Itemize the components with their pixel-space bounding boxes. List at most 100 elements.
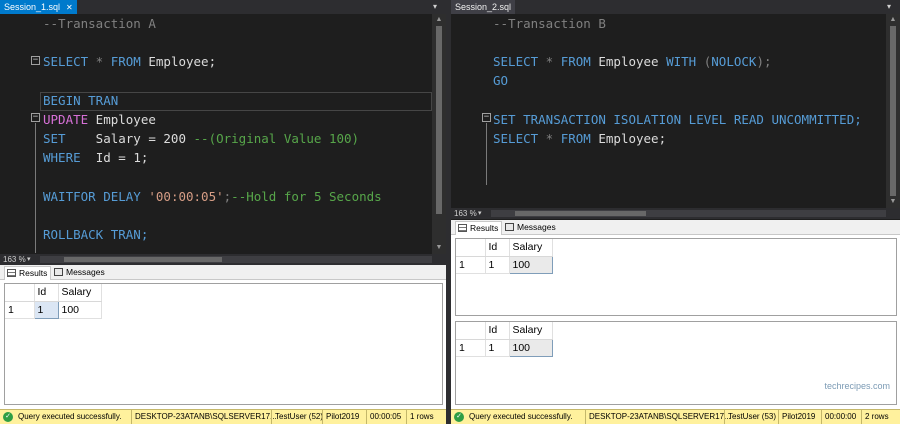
fold-guide [486, 123, 487, 185]
tab-messages[interactable]: Messages [52, 266, 108, 280]
chevron-down-icon[interactable]: ▾ [27, 254, 31, 265]
scroll-down-icon[interactable]: ▼ [886, 196, 900, 208]
query-editor[interactable]: − − --Transaction A SELECT * FROM Employ… [0, 14, 446, 254]
table-header-row: Id Salary [5, 284, 102, 302]
results-table: Id Salary 1 1 100 [456, 239, 553, 274]
scroll-down-icon[interactable]: ▼ [432, 242, 446, 254]
code-keyword: WITH [666, 54, 697, 69]
tab-session-1[interactable]: Session_1.sql ✕ [0, 0, 77, 14]
code-keyword: FROM [110, 54, 141, 69]
row-number[interactable]: 1 [5, 301, 35, 319]
tab-results[interactable]: Results [455, 221, 503, 235]
chevron-down-icon[interactable]: ▾ [478, 208, 482, 219]
vertical-scrollbar[interactable]: ▲ ▼ [886, 14, 900, 208]
vertical-scrollbar[interactable]: ▲ ▼ [432, 14, 446, 254]
table-cell[interactable]: 1 [485, 339, 510, 357]
code-keyword: NOLOCK [711, 54, 757, 69]
scroll-up-icon[interactable]: ▲ [886, 14, 900, 26]
code-keyword: SELECT [43, 54, 89, 69]
column-header[interactable]: Id [34, 284, 59, 302]
scroll-up-icon[interactable]: ▲ [432, 14, 446, 26]
code-operator: * [538, 54, 561, 69]
column-header[interactable]: Id [485, 322, 510, 340]
code-comment: --(Original Value 100) [193, 131, 360, 146]
table-row: 1 1 100 [5, 300, 102, 319]
status-elapsed: 00:00:00 [821, 410, 859, 424]
close-icon[interactable]: ✕ [66, 3, 73, 12]
tab-session-2[interactable]: Session_2.sql [451, 0, 516, 14]
zoom-bar: 163 % ▾ [0, 254, 446, 265]
horizontal-scrollbar[interactable] [491, 210, 886, 217]
collapse-icon[interactable]: − [31, 56, 40, 65]
table-cell[interactable]: 100 [58, 301, 102, 319]
tab-label: Messages [66, 267, 105, 277]
scrollbar-thumb[interactable] [890, 26, 896, 196]
results-grid[interactable]: Id Salary 1 1 100 [4, 283, 443, 405]
results-tabbar: Results Messages [0, 265, 446, 280]
code-keyword: WHERE [43, 150, 81, 165]
table-cell[interactable]: 1 [33, 300, 59, 319]
session-2-pane: Session_2.sql ▾ − --Transaction B SELECT… [451, 0, 900, 424]
scrollbar-thumb[interactable] [64, 257, 222, 262]
code-keyword: GO [493, 73, 509, 88]
zoom-level[interactable]: 163 % [3, 254, 26, 265]
sql-code[interactable]: --Transaction A SELECT * FROM Employee; … [43, 14, 432, 254]
status-message: Query executed successfully. [18, 412, 122, 421]
column-header[interactable]: Salary [58, 284, 102, 302]
editor-gutter [451, 14, 481, 208]
code-text: Employee [590, 54, 667, 69]
grid-icon [458, 224, 467, 232]
query-editor[interactable]: − --Transaction B SELECT * FROM Employee… [451, 14, 900, 208]
scrollbar-thumb[interactable] [436, 26, 442, 214]
code-operator: * [88, 54, 111, 69]
code-operator: ( [696, 54, 712, 69]
code-operator: ); [756, 54, 772, 69]
results-grid[interactable]: Id Salary 1 1 100 [455, 321, 897, 405]
column-header[interactable]: Id [485, 239, 510, 257]
status-server: DESKTOP-23ATANB\SQLSERVER17... [585, 410, 734, 424]
messages-icon [54, 268, 63, 276]
status-user: TestUser (53) [724, 410, 779, 424]
code-keyword: BEGIN TRAN [43, 93, 119, 108]
document-tabbar: Session_1.sql ✕ ▾ [0, 0, 446, 14]
chevron-down-icon[interactable]: ▾ [428, 0, 442, 14]
column-header [5, 284, 35, 302]
tab-label: Results [470, 223, 499, 233]
messages-icon [505, 223, 514, 231]
row-number[interactable]: 1 [456, 339, 486, 357]
collapse-icon[interactable]: − [31, 113, 40, 122]
query-status-bar: ✓ Query executed successfully. DESKTOP-2… [451, 409, 900, 424]
table-cell[interactable]: 100 [508, 255, 553, 274]
document-tabbar: Session_2.sql ▾ [451, 0, 900, 14]
results-tabbar: Results Messages [451, 220, 900, 235]
table-cell[interactable]: 100 [508, 338, 553, 357]
status-database: Pilot2019 [322, 410, 362, 424]
chevron-down-icon[interactable]: ▾ [882, 0, 896, 14]
tab-label: Messages [517, 222, 556, 232]
success-check-icon: ✓ [454, 412, 464, 422]
results-grid[interactable]: Id Salary 1 1 100 [455, 238, 897, 316]
code-keyword: SELECT [493, 54, 539, 69]
collapse-icon[interactable]: − [482, 113, 491, 122]
table-row: 1 1 100 [456, 255, 553, 274]
zoom-level[interactable]: 163 % [454, 208, 477, 219]
column-header[interactable]: Salary [509, 322, 553, 340]
table-cell[interactable]: 1 [485, 256, 510, 274]
row-number[interactable]: 1 [456, 256, 486, 274]
editor-gutter [0, 14, 30, 254]
tab-label: Results [19, 268, 48, 278]
column-header[interactable]: Salary [509, 239, 553, 257]
horizontal-scrollbar[interactable] [40, 256, 432, 263]
results-table: Id Salary 1 1 100 [5, 284, 102, 319]
results-panel: Results Messages Id Salary 1 1 100 [451, 220, 900, 409]
scrollbar-thumb[interactable] [515, 211, 646, 216]
code-keyword: WAITFOR DELAY [43, 189, 141, 204]
tab-results[interactable]: Results [4, 266, 52, 280]
code-keyword: FROM [560, 54, 591, 69]
code-keyword: FROM [560, 131, 591, 146]
sql-code[interactable]: --Transaction B SELECT * FROM Employee W… [493, 14, 886, 208]
status-database: Pilot2019 [778, 410, 818, 424]
code-comment: --Hold for 5 Seconds [231, 189, 382, 204]
column-header [456, 239, 486, 257]
tab-messages[interactable]: Messages [503, 221, 559, 235]
